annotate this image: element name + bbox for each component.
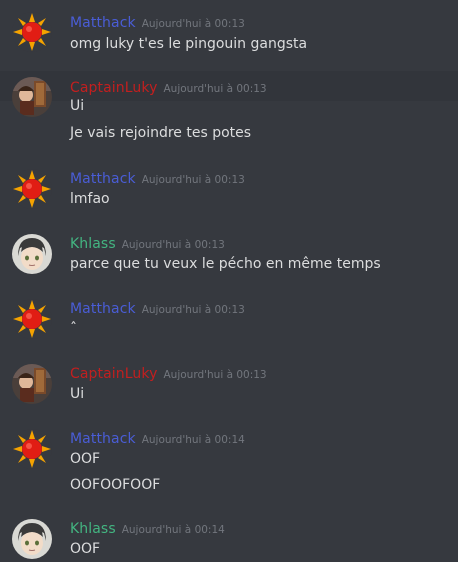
- sun-icon[interactable]: [12, 12, 52, 52]
- pirate-avatar-icon[interactable]: [12, 77, 52, 117]
- username[interactable]: CaptainLuky: [70, 366, 158, 382]
- message-header: CaptainLuky Aujourd'hui à 00:13: [70, 77, 267, 97]
- message-text: lmfao: [70, 191, 110, 207]
- message-text: OOF: [70, 541, 101, 557]
- timestamp: Aujourd'hui à 00:13: [121, 239, 225, 251]
- message-group: Khlass Aujourd'hui à 00:14 OOF: [0, 516, 458, 562]
- message-group: Matthack Aujourd'hui à 00:13 ˆ: [0, 296, 458, 356]
- timestamp: Aujourd'hui à 00:13: [141, 18, 245, 30]
- message-group: Matthack Aujourd'hui à 00:14 OOF OOFOOFOO…: [0, 426, 458, 510]
- timestamp: Aujourd'hui à 00:13: [163, 83, 267, 95]
- message-text: OOF: [70, 451, 101, 467]
- message-text: Ui: [70, 386, 85, 402]
- message-header: Matthack Aujourd'hui à 00:13: [70, 12, 245, 32]
- timestamp: Aujourd'hui à 00:14: [141, 434, 245, 446]
- message-header: Matthack Aujourd'hui à 00:13: [70, 298, 245, 318]
- timestamp: Aujourd'hui à 00:13: [141, 304, 245, 316]
- timestamp: Aujourd'hui à 00:13: [141, 174, 245, 186]
- sun-icon[interactable]: [12, 429, 52, 469]
- message-group: Matthack Aujourd'hui à 00:13 omg luky t'e…: [0, 0, 458, 70]
- message-group: Khlass Aujourd'hui à 00:13 parce que tu v…: [0, 231, 458, 291]
- message-header: Khlass Aujourd'hui à 00:13: [70, 233, 225, 253]
- message-header: CaptainLuky Aujourd'hui à 00:13: [70, 363, 267, 383]
- username[interactable]: Matthack: [70, 171, 136, 187]
- username[interactable]: Khlass: [70, 521, 116, 537]
- sun-icon[interactable]: [12, 299, 52, 339]
- message-text: omg luky t'es le pingouin gangsta: [70, 36, 308, 52]
- message-group: Matthack Aujourd'hui à 00:13 lmfao: [0, 166, 458, 226]
- anime-face-icon[interactable]: [12, 519, 52, 559]
- sun-icon[interactable]: [12, 169, 52, 209]
- username[interactable]: Khlass: [70, 236, 116, 252]
- message-group: CaptainLuky Aujourd'hui à 00:13 Ui: [0, 361, 458, 421]
- message-text: OOFOOFOOF: [70, 477, 161, 493]
- username[interactable]: Matthack: [70, 431, 136, 447]
- message-header: Matthack Aujourd'hui à 00:13: [70, 168, 245, 188]
- anime-face-icon[interactable]: [12, 234, 52, 274]
- message-header: Khlass Aujourd'hui à 00:14: [70, 518, 225, 538]
- timestamp: Aujourd'hui à 00:13: [163, 369, 267, 381]
- message-text: Ui: [70, 98, 85, 114]
- username[interactable]: Matthack: [70, 301, 136, 317]
- message-header: Matthack Aujourd'hui à 00:14: [70, 428, 245, 448]
- message-text: Je vais rejoindre tes potes: [70, 125, 252, 141]
- message-text: parce que tu veux le pécho en même temps: [70, 256, 381, 272]
- username[interactable]: Matthack: [70, 15, 136, 31]
- timestamp: Aujourd'hui à 00:14: [121, 524, 225, 536]
- chat-messages: Matthack Aujourd'hui à 00:13 omg luky t'e…: [0, 0, 458, 562]
- username[interactable]: CaptainLuky: [70, 80, 158, 96]
- message-group: CaptainLuky Aujourd'hui à 00:13 Ui Je vai…: [0, 71, 458, 161]
- message-text: ˆ: [70, 321, 77, 337]
- pirate-avatar-icon[interactable]: [12, 364, 52, 404]
